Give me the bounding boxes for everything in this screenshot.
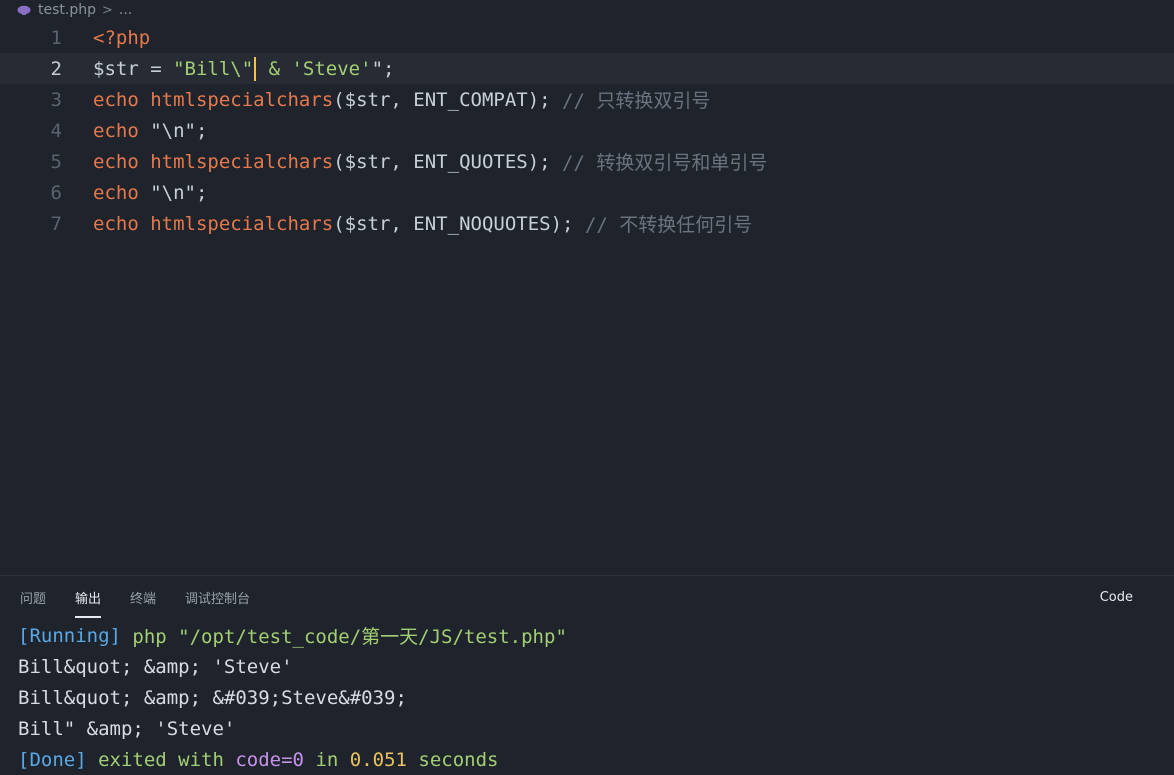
code-token: "Bill\" [173, 57, 254, 80]
code-token: <?php [93, 26, 151, 49]
code-text[interactable]: echo "\n"; [93, 182, 207, 204]
code-token: ($str, ENT_NOQUOTES); [333, 212, 585, 235]
code-editor[interactable]: 1 <?php 2 $str = "Bill\" & 'Steve' "; 3 echo h… [0, 22, 1174, 574]
output-channel-select[interactable]: Code [1100, 576, 1133, 618]
output-done-line: [Done] exited with code=0 in 0.051 secon… [18, 744, 498, 775]
code-token: htmlspecialchars [150, 88, 334, 111]
code-token: htmlspecialchars [150, 150, 334, 173]
text-cursor [254, 56, 257, 81]
tab-problems[interactable]: 问题 [20, 576, 46, 618]
breadcrumb-separator: > [101, 2, 113, 18]
code-text[interactable]: echo htmlspecialchars ($str, ENT_NOQUOTES… [93, 210, 752, 237]
output-line-2: Bill&quot; &amp; &#039;Steve&#039; [18, 686, 407, 709]
code-text[interactable]: echo "\n"; [93, 120, 207, 142]
done-exited: exited with [86, 748, 236, 771]
done-in: in [304, 748, 350, 771]
code-line[interactable]: 1 <?php [0, 22, 1174, 53]
code-token: echo [93, 150, 151, 173]
tab-debug-console[interactable]: 调试控制台 [185, 576, 250, 618]
code-line[interactable]: 3 echo htmlspecialchars ($str, ENT_COMPAT)… [0, 84, 1174, 115]
code-token: echo [93, 181, 151, 204]
done-seconds: seconds [406, 748, 499, 771]
code-token: // 不转换任何引号 [584, 214, 753, 236]
running-command: php "/opt/test_code/第一天/JS/test.php" [120, 626, 567, 648]
code-line[interactable]: 4 echo "\n"; [0, 115, 1174, 146]
tab-terminal[interactable]: 终端 [130, 576, 156, 618]
code-token: echo [93, 212, 151, 235]
code-token: ; [195, 181, 208, 204]
code-token: ($str, ENT_QUOTES); [333, 150, 563, 173]
panel-tabs: 问题 输出 终端 调试控制台 Code [0, 576, 1174, 618]
bottom-panel: 问题 输出 终端 调试控制台 Code [Running] php "/opt/… [0, 575, 1174, 773]
code-token: ($str, ENT_COMPAT); [333, 88, 563, 111]
code-line[interactable]: 5 echo htmlspecialchars ($str, ENT_QUOTES)… [0, 146, 1174, 177]
code-token: // 只转换双引号 [562, 90, 711, 112]
output-line-3: Bill" &amp; 'Steve' [18, 717, 236, 740]
code-token: = [138, 57, 174, 80]
output-running-line: [Running] php "/opt/test_code/第一天/JS/tes… [18, 620, 567, 651]
code-line[interactable]: 7 echo htmlspecialchars ($str, ENT_NOQUOTE… [0, 208, 1174, 239]
breadcrumb: test.php > ... [0, 0, 1174, 20]
code-token: // 转换双引号和单引号 [562, 152, 768, 174]
code-text[interactable]: echo htmlspecialchars ($str, ENT_COMPAT);… [93, 86, 710, 113]
line-number: 7 [50, 212, 62, 235]
code-token: & 'Steve' [257, 57, 372, 80]
breadcrumb-ellipsis[interactable]: ... [119, 2, 132, 18]
tab-output[interactable]: 输出 [75, 576, 102, 618]
code-text[interactable]: <?php [93, 27, 150, 49]
code-line[interactable]: 6 echo "\n"; [0, 177, 1174, 208]
line-number: 5 [50, 150, 62, 173]
done-code: code=0 [235, 748, 304, 771]
line-number: 4 [50, 119, 62, 142]
code-token: $str [93, 57, 139, 80]
code-token: ; [195, 119, 208, 142]
code-text[interactable]: $str = "Bill\" & 'Steve' "; [93, 56, 395, 81]
code-token: htmlspecialchars [150, 212, 334, 235]
code-token: echo [93, 119, 151, 142]
breadcrumb-file[interactable]: test.php [38, 2, 96, 18]
code-token: "\n" [150, 181, 196, 204]
code-token: "\n" [150, 119, 196, 142]
done-time: 0.051 [349, 748, 407, 771]
code-token: echo [93, 88, 151, 111]
line-number: 2 [50, 57, 62, 80]
done-tag: [Done] [18, 748, 87, 771]
line-number: 1 [50, 26, 62, 49]
code-token: "; [371, 57, 395, 80]
line-number: 6 [50, 181, 62, 204]
output-line-1: Bill&quot; &amp; 'Steve' [18, 655, 293, 678]
code-text[interactable]: echo htmlspecialchars ($str, ENT_QUOTES);… [93, 148, 767, 175]
running-tag: [Running] [18, 624, 121, 647]
line-number: 3 [50, 88, 62, 111]
code-line[interactable]: 2 $str = "Bill\" & 'Steve' "; [0, 53, 1174, 84]
php-file-icon [16, 4, 32, 16]
